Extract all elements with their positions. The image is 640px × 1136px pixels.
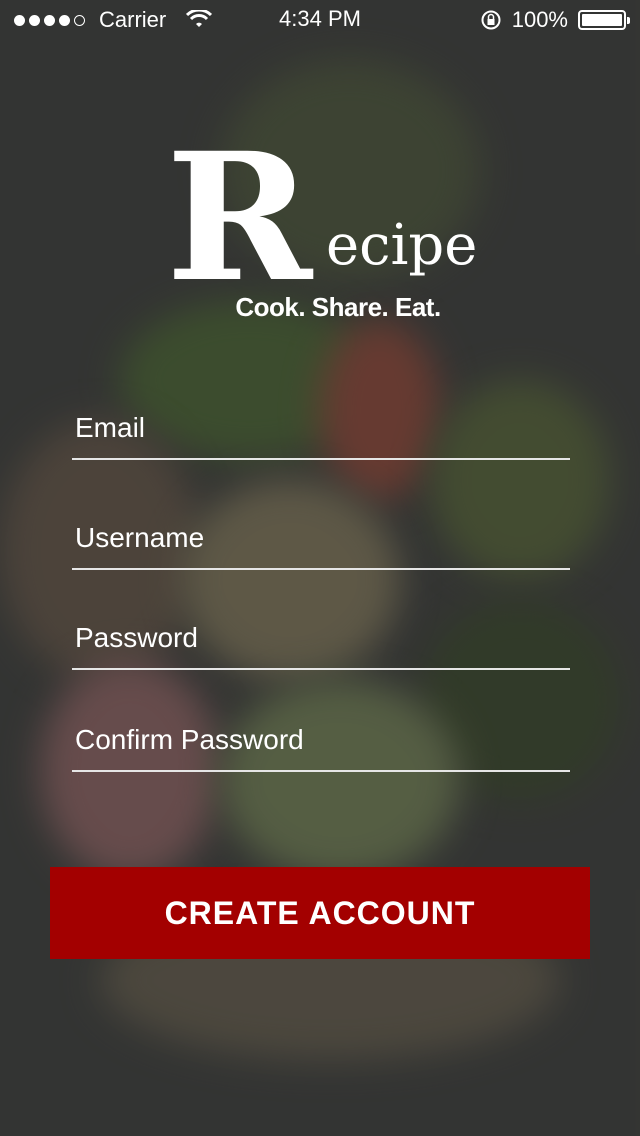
- battery-icon: [578, 10, 630, 30]
- password-field: [72, 608, 570, 670]
- logo-wordmark: ecipe: [326, 213, 478, 278]
- email-field: [72, 398, 570, 460]
- email-input[interactable]: [72, 398, 570, 458]
- username-field: [72, 508, 570, 570]
- confirm-password-input[interactable]: [72, 710, 570, 770]
- rotation-lock-icon: [481, 10, 501, 30]
- confirm-password-field: [72, 710, 570, 772]
- create-account-button[interactable]: CREATE ACCOUNT: [50, 867, 590, 959]
- logo-initial: R: [166, 114, 313, 321]
- username-input[interactable]: [72, 508, 570, 568]
- status-bar: Carrier 4:34 PM 100%: [0, 0, 640, 40]
- password-input[interactable]: [72, 608, 570, 668]
- signup-screen: Carrier 4:34 PM 100% R ecipe Cook. Share…: [0, 0, 640, 1136]
- battery-percent: 100%: [511, 7, 568, 32]
- tagline: Cook. Share. Eat.: [235, 292, 441, 322]
- battery-area: 100%: [480, 7, 630, 33]
